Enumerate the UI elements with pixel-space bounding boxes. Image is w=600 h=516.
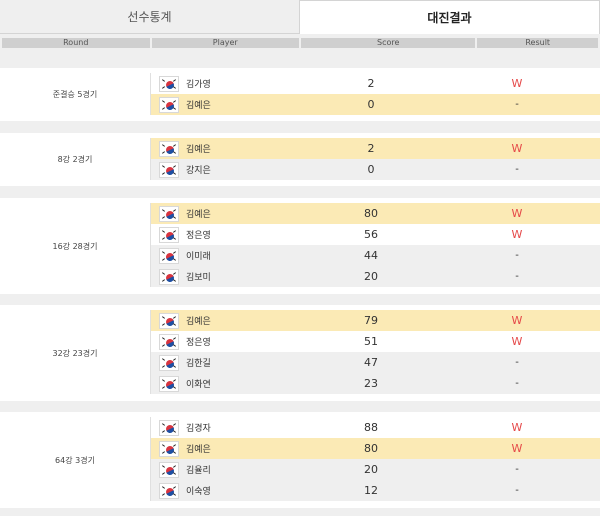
match-block: 준결승 5경기 김가영 2 W 김예은 0 - xyxy=(0,68,600,121)
korea-flag-icon xyxy=(159,440,179,457)
round-label: 32강 23경기 xyxy=(52,348,98,358)
column-header-round: Round xyxy=(2,38,150,48)
player-score: 79 xyxy=(364,314,378,327)
korea-flag-icon xyxy=(159,268,179,285)
korea-flag-icon xyxy=(159,354,179,371)
match-block: 64강 3경기 김경자 88 W 김예은 80 W 김율리 20 - 이숙영 1… xyxy=(0,412,600,508)
column-header-player: Player xyxy=(151,38,299,48)
table-row: 김예은 2 W xyxy=(150,138,600,159)
match-result: W xyxy=(511,335,523,348)
player-name[interactable]: 이화연 xyxy=(186,377,211,390)
player-score: 12 xyxy=(364,484,378,497)
korea-flag-icon xyxy=(159,140,179,157)
player-score: 23 xyxy=(364,377,378,390)
match-result: - xyxy=(515,250,519,261)
match-result: - xyxy=(515,271,519,282)
table-row: 김한길 47 - xyxy=(150,352,600,373)
table-row: 이미래 44 - xyxy=(150,245,600,266)
player-name[interactable]: 김예은 xyxy=(186,442,211,455)
match-result: - xyxy=(515,164,519,175)
player-name[interactable]: 김경자 xyxy=(186,421,211,434)
korea-flag-icon xyxy=(159,161,179,178)
table-row: 김예은 79 W xyxy=(150,310,600,331)
match-result: - xyxy=(515,357,519,368)
korea-flag-icon xyxy=(159,75,179,92)
korea-flag-icon xyxy=(159,419,179,436)
match-result: - xyxy=(515,378,519,389)
table-row: 김예은 0 - xyxy=(150,94,600,115)
player-score: 56 xyxy=(364,228,378,241)
table-row: 김경자 88 W xyxy=(150,417,600,438)
match-result: W xyxy=(511,442,523,455)
korea-flag-icon xyxy=(159,247,179,264)
player-name[interactable]: 정은영 xyxy=(186,228,211,241)
match-block: 16강 28경기 김예은 80 W 정은영 56 W 이미래 44 - 김보미 … xyxy=(0,198,600,294)
table-row: 정은영 56 W xyxy=(150,224,600,245)
player-score: 80 xyxy=(364,442,378,455)
match-block: 8강 2경기 김예은 2 W 강지은 0 - xyxy=(0,133,600,186)
player-score: 20 xyxy=(364,270,378,283)
match-result: W xyxy=(511,77,523,90)
player-score: 80 xyxy=(364,207,378,220)
match-block: 32강 23경기 김예은 79 W 정은영 51 W 김한길 47 - 이화연 … xyxy=(0,305,600,401)
match-result: W xyxy=(511,421,523,434)
korea-flag-icon xyxy=(159,461,179,478)
table-row: 김가영 2 W xyxy=(150,73,600,94)
player-name[interactable]: 김예은 xyxy=(186,314,211,327)
match-result: - xyxy=(515,464,519,475)
column-header-score: Score xyxy=(301,38,476,48)
player-score: 44 xyxy=(364,249,378,262)
round-label: 16강 28경기 xyxy=(52,241,98,251)
table-row: 이화연 23 - xyxy=(150,373,600,394)
table-row: 강지은 0 - xyxy=(150,159,600,180)
table-row: 김보미 20 - xyxy=(150,266,600,287)
player-name[interactable]: 김예은 xyxy=(186,207,211,220)
table-header: Round Player Score Result xyxy=(0,38,600,48)
match-result: W xyxy=(511,142,523,155)
korea-flag-icon xyxy=(159,375,179,392)
korea-flag-icon xyxy=(159,96,179,113)
player-score: 88 xyxy=(364,421,378,434)
column-header-result: Result xyxy=(477,38,598,48)
player-name[interactable]: 김한길 xyxy=(186,356,211,369)
player-score: 47 xyxy=(364,356,378,369)
match-result: W xyxy=(511,228,523,241)
player-score: 51 xyxy=(364,335,378,348)
match-result: - xyxy=(515,485,519,496)
player-name[interactable]: 이숙영 xyxy=(186,484,211,497)
table-row: 김예은 80 W xyxy=(150,438,600,459)
player-score: 2 xyxy=(367,142,375,155)
tab-bar: 선수통계 대진결과 xyxy=(0,0,600,34)
player-name[interactable]: 정은영 xyxy=(186,335,211,348)
player-name[interactable]: 김예은 xyxy=(186,142,211,155)
table-row: 김율리 20 - xyxy=(150,459,600,480)
player-score: 0 xyxy=(367,98,375,111)
player-name[interactable]: 김보미 xyxy=(186,270,211,283)
korea-flag-icon xyxy=(159,333,179,350)
player-score: 0 xyxy=(367,163,375,176)
korea-flag-icon xyxy=(159,312,179,329)
player-name[interactable]: 김예은 xyxy=(186,98,211,111)
player-name[interactable]: 김가영 xyxy=(186,77,211,90)
round-label: 준결승 5경기 xyxy=(52,90,98,99)
match-result: W xyxy=(511,207,523,220)
player-score: 20 xyxy=(364,463,378,476)
player-score: 2 xyxy=(367,77,375,90)
table-row: 정은영 51 W xyxy=(150,331,600,352)
player-name[interactable]: 강지은 xyxy=(186,163,211,176)
match-result: - xyxy=(515,99,519,110)
player-name[interactable]: 김율리 xyxy=(186,463,211,476)
round-label: 64강 3경기 xyxy=(55,455,95,465)
korea-flag-icon xyxy=(159,205,179,222)
match-result: W xyxy=(511,314,523,327)
player-name[interactable]: 이미래 xyxy=(186,249,211,262)
table-row: 김예은 80 W xyxy=(150,203,600,224)
tab-player-stats[interactable]: 선수통계 xyxy=(0,0,299,34)
table-row: 이숙영 12 - xyxy=(150,480,600,501)
korea-flag-icon xyxy=(159,482,179,499)
korea-flag-icon xyxy=(159,226,179,243)
tab-match-results[interactable]: 대진결과 xyxy=(299,0,600,34)
round-label: 8강 2경기 xyxy=(57,155,93,164)
